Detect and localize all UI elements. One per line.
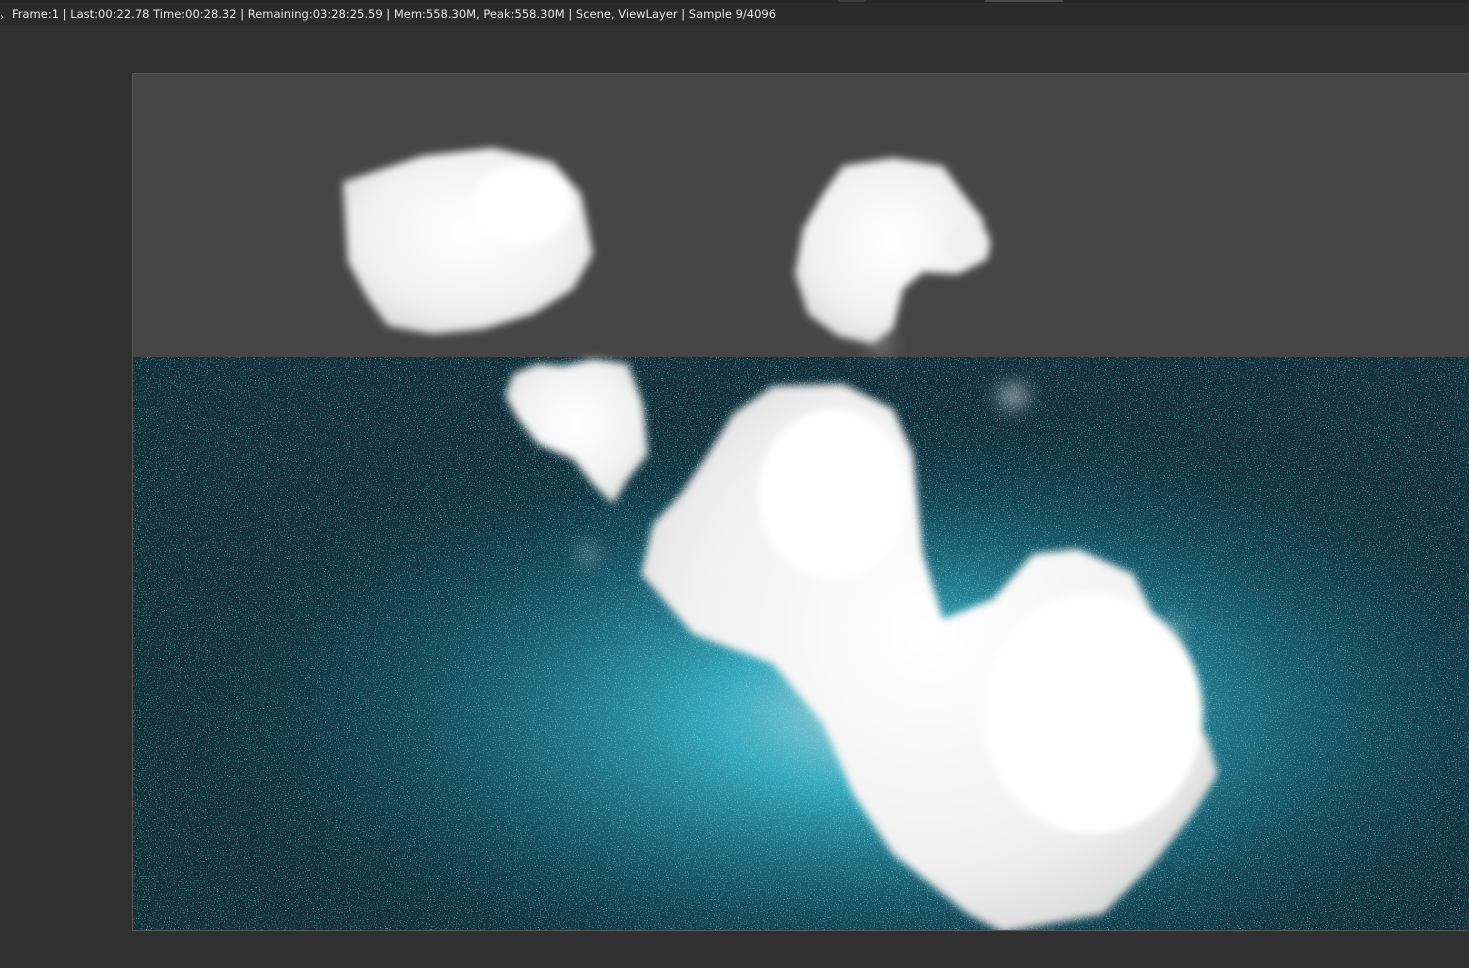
render-result-image[interactable] — [132, 73, 1469, 931]
header-tab-indicator-active — [985, 0, 1063, 2]
render-status-bar: › Frame:1 | Last:00:22.78 Time:00:28.32 … — [0, 3, 1469, 25]
header-tab-indicator — [838, 0, 866, 2]
expand-chevron-icon[interactable]: › — [0, 13, 10, 23]
rendered-image — [133, 74, 1469, 930]
image-editor-window: › Frame:1 | Last:00:22.78 Time:00:28.32 … — [0, 0, 1469, 968]
render-status-text: Frame:1 | Last:00:22.78 Time:00:28.32 | … — [12, 7, 777, 21]
gray-background-region — [133, 74, 1469, 357]
